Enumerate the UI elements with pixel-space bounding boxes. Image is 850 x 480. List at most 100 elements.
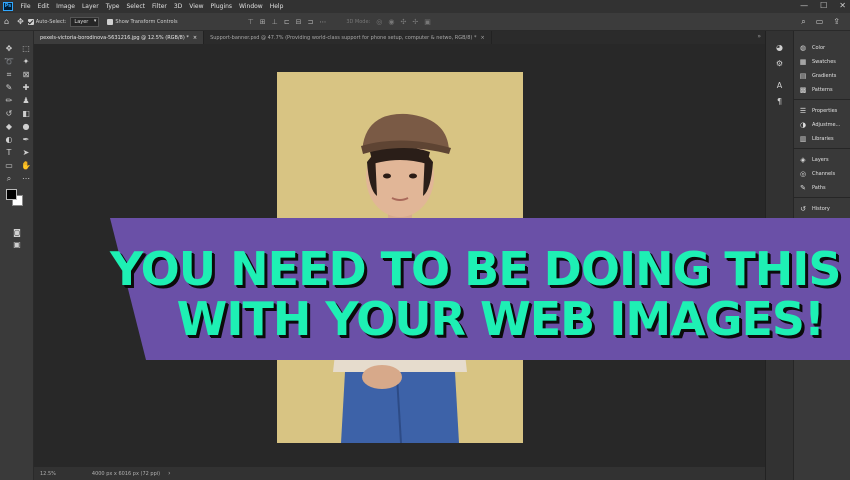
auto-select-checkbox[interactable] — [27, 18, 34, 25]
menu-window[interactable]: Window — [236, 3, 267, 10]
headline-line-1: YOU NEED TO BE DOING THIS — [110, 242, 841, 296]
magic-wand-tool-icon[interactable]: ✦ — [18, 56, 34, 68]
foreground-color-swatch[interactable] — [6, 189, 17, 200]
marquee-tool-icon[interactable]: ⬚ — [18, 43, 34, 55]
maximize-button[interactable]: ☐ — [820, 1, 827, 10]
tab-close-icon[interactable]: × — [193, 35, 197, 41]
path-select-tool-icon[interactable]: ➤ — [18, 147, 34, 159]
panel-properties[interactable]: ☰ Properties — [794, 104, 850, 118]
pen-tool-icon[interactable]: ✒ — [18, 134, 34, 146]
menu-plugins[interactable]: Plugins — [207, 3, 236, 10]
move-tool-icon[interactable]: ✥ — [1, 43, 17, 55]
panel-swatches[interactable]: ▦ Swatches — [794, 55, 850, 69]
panel-patterns[interactable]: ▩ Patterns — [794, 83, 850, 97]
tab-support-banner[interactable]: Support-banner.psd @ 47.7% (Providing wo… — [204, 31, 492, 44]
align-right-icon[interactable]: ⊐ — [307, 18, 313, 26]
close-button[interactable]: ✕ — [839, 1, 846, 10]
panel-history[interactable]: ↺ History — [794, 202, 850, 216]
quick-mask-icon[interactable]: ◙ — [9, 227, 25, 239]
roll-icon[interactable]: ◉ — [388, 18, 394, 26]
align-left-icon[interactable]: ⊏ — [284, 18, 290, 26]
eraser-tool-icon[interactable]: ◧ — [18, 108, 34, 120]
gradients-icon: ▤ — [799, 72, 807, 80]
crop-tool-icon[interactable]: ⌗ — [1, 69, 17, 81]
panel-color[interactable]: ◍ Color — [794, 41, 850, 55]
properties-icon: ☰ — [799, 107, 807, 115]
tools-panel: ✥ ⬚ ➰ ✦ ⌗ ⊠ ✎ ✚ ✏ ♟ ↺ ◧ ◆ ● ◐ ✒ T ➤ ▭ ✋ … — [0, 31, 34, 480]
stamp-tool-icon[interactable]: ♟ — [18, 95, 34, 107]
orbit-icon[interactable]: ◎ — [376, 18, 382, 26]
frame-tool-icon[interactable]: ⊠ — [18, 69, 34, 81]
color-swatches[interactable] — [6, 189, 28, 211]
menu-help[interactable]: Help — [266, 3, 287, 10]
share-icon[interactable]: ⇪ — [833, 17, 840, 27]
more-options-icon[interactable]: ⋯ — [319, 18, 326, 26]
color-wheel-icon: ◍ — [799, 44, 807, 52]
dodge-tool-icon[interactable]: ◐ — [1, 134, 17, 146]
tab-label: pexels-victoria-borodinova-5631216.jpg @… — [40, 34, 189, 41]
history-icon: ↺ — [800, 205, 806, 213]
status-bar: 12.5% 4000 px x 6016 px (72 ppi) › — [34, 467, 765, 480]
lasso-tool-icon[interactable]: ➰ — [1, 56, 17, 68]
status-menu-arrow[interactable]: › — [168, 470, 170, 477]
menu-edit[interactable]: Edit — [34, 3, 53, 10]
align-center-icon[interactable]: ⊟ — [296, 18, 302, 26]
camera-icon[interactable]: ▣ — [424, 18, 431, 26]
hand-tool-icon[interactable]: ✋ — [18, 160, 34, 172]
move-tool-icon[interactable]: ✥ — [17, 17, 24, 26]
headline-banner: YOU NEED TO BE DOING THIS WITH YOUR WEB … — [110, 218, 850, 360]
adjustments-icon: ◑ — [799, 121, 807, 129]
menu-filter[interactable]: Filter — [149, 3, 171, 10]
more-tools-icon[interactable]: ⋯ — [18, 173, 34, 185]
brush-tool-icon[interactable]: ✏ — [1, 95, 17, 107]
panel-libraries[interactable]: ▥ Libraries — [794, 132, 850, 146]
healing-tool-icon[interactable]: ✚ — [18, 82, 34, 94]
panel-adjustments[interactable]: ◑ Adjustme... — [794, 118, 850, 132]
home-icon[interactable]: ⌂ — [4, 17, 9, 26]
3d-mode-controls: 3D Mode: ◎ ◉ ✣ ✢ ▣ — [346, 18, 431, 26]
slide-icon[interactable]: ✢ — [412, 18, 418, 26]
workspace-icon[interactable]: ▭ — [816, 17, 824, 27]
show-transform-label: Show Transform Controls — [115, 18, 178, 25]
auto-select-dropdown[interactable]: Layer — [70, 16, 100, 27]
tab-close-icon[interactable]: × — [480, 35, 484, 41]
search-icon[interactable]: ⌕ — [801, 17, 805, 27]
paint-bucket-tool-icon[interactable]: ◆ — [1, 121, 17, 133]
panel-layers[interactable]: ◈ Layers — [794, 153, 850, 167]
panel-paths[interactable]: ✎ Paths — [794, 181, 850, 195]
tabs-overflow-icon[interactable]: » — [757, 33, 761, 40]
history-panel-icon[interactable]: ◕ — [770, 43, 790, 53]
layers-panel-group: ◈ Layers ◎ Channels ✎ Paths — [794, 149, 850, 198]
libraries-icon: ▥ — [799, 135, 807, 143]
paragraph-panel-icon[interactable]: ¶ — [770, 97, 790, 107]
align-top-icon[interactable]: ⊤ — [248, 18, 254, 26]
paths-icon: ✎ — [800, 184, 806, 192]
screen-mode-icon[interactable]: ▣ — [9, 239, 25, 251]
character-panel-icon[interactable]: A — [770, 81, 790, 91]
menu-image[interactable]: Image — [53, 3, 79, 10]
shape-tool-icon[interactable]: ▭ — [1, 160, 17, 172]
align-bottom-icon[interactable]: ⊥ — [272, 18, 278, 26]
menu-view[interactable]: View — [186, 3, 207, 10]
menu-select[interactable]: Select — [123, 3, 149, 10]
menu-layer[interactable]: Layer — [78, 3, 102, 10]
blur-tool-icon[interactable]: ● — [18, 121, 34, 133]
drag-icon[interactable]: ✣ — [400, 18, 406, 26]
tab-label: Support-banner.psd @ 47.7% (Providing wo… — [210, 34, 477, 41]
align-middle-icon[interactable]: ⊞ — [260, 18, 266, 26]
zoom-level[interactable]: 12.5% — [40, 471, 56, 477]
show-transform-checkbox[interactable] — [107, 18, 114, 25]
menu-bar: Ps File Edit Image Layer Type Select Fil… — [0, 0, 850, 13]
zoom-tool-icon[interactable]: ⌕ — [1, 173, 17, 185]
tab-pexels-image[interactable]: pexels-victoria-borodinova-5631216.jpg @… — [34, 31, 205, 44]
type-tool-icon[interactable]: T — [1, 147, 17, 159]
panel-gradients[interactable]: ▤ Gradients — [794, 69, 850, 83]
menu-file[interactable]: File — [17, 3, 34, 10]
minimize-button[interactable]: — — [800, 1, 808, 10]
menu-3d[interactable]: 3D — [170, 3, 185, 10]
panel-channels[interactable]: ◎ Channels — [794, 167, 850, 181]
brush-settings-icon[interactable]: ⚙ — [770, 59, 790, 69]
history-brush-tool-icon[interactable]: ↺ — [1, 108, 17, 120]
menu-type[interactable]: Type — [102, 3, 123, 10]
eyedropper-tool-icon[interactable]: ✎ — [1, 82, 17, 94]
